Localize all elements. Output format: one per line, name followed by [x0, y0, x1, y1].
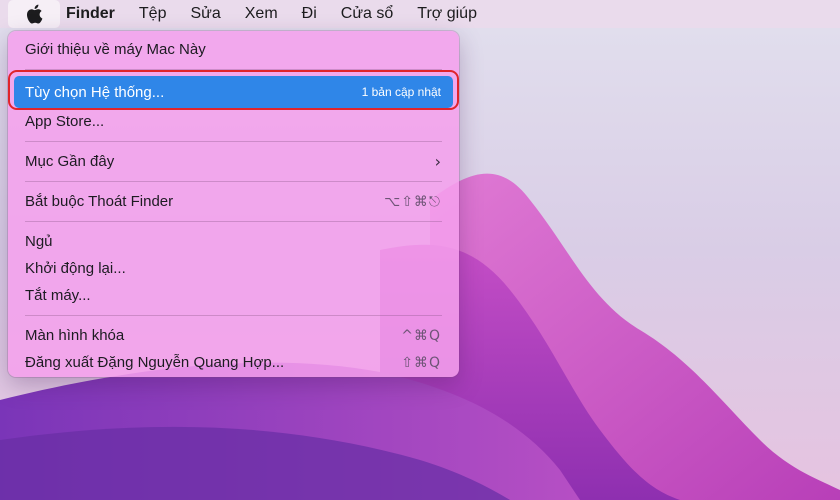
menu-separator [25, 315, 442, 316]
menu-item-lock-screen[interactable]: Màn hình khóa ^⌘Q [14, 322, 453, 349]
menu-item-system-preferences[interactable]: Tùy chọn Hệ thống... 1 bản cập nhật [14, 76, 453, 108]
keyboard-shortcut: ⌥⇧⌘⎋ [384, 193, 441, 210]
menu-item-about-this-mac[interactable]: Giới thiệu về máy Mac Này [14, 36, 453, 63]
menubar-item-window[interactable]: Cửa sổ [329, 0, 406, 28]
menubar-item-view[interactable]: Xem [233, 0, 290, 28]
menu-item-sleep[interactable]: Ngủ [14, 228, 453, 255]
menu-item-label: Đăng xuất Đặng Nguyễn Quang Hợp... [25, 354, 285, 371]
menu-separator [25, 181, 442, 182]
menu-item-app-store[interactable]: App Store... [14, 108, 453, 135]
menu-item-restart[interactable]: Khởi động lại... [14, 255, 453, 282]
apple-menu-dropdown: Giới thiệu về máy Mac Này Tùy chọn Hệ th… [8, 31, 459, 377]
menu-item-label: Khởi động lại... [25, 260, 126, 277]
keyboard-shortcut: ^⌘Q [401, 327, 441, 344]
menu-bar: Finder Tệp Sửa Xem Đi Cửa sổ Trợ giúp [0, 0, 840, 28]
menu-item-force-quit[interactable]: Bắt buộc Thoát Finder ⌥⇧⌘⎋ [14, 188, 453, 215]
chevron-right-icon: › [434, 152, 441, 171]
apple-menu-button[interactable] [8, 0, 60, 28]
menu-item-label: Giới thiệu về máy Mac Này [25, 41, 206, 58]
menu-item-label: App Store... [25, 113, 105, 130]
menu-item-label: Bắt buộc Thoát Finder [25, 193, 174, 210]
menu-item-recent-items[interactable]: Mục Gần đây › [14, 148, 453, 175]
menu-item-label: Màn hình khóa [25, 327, 125, 344]
keyboard-shortcut: ⇧⌘Q [401, 354, 441, 371]
desktop: Finder Tệp Sửa Xem Đi Cửa sổ Trợ giúp Gi… [0, 0, 840, 500]
menubar-item-go[interactable]: Đi [290, 0, 329, 28]
menubar-item-finder[interactable]: Finder [60, 0, 127, 28]
update-badge: 1 bản cập nhật [361, 85, 441, 99]
menubar-item-file[interactable]: Tệp [127, 0, 179, 28]
menubar-item-edit[interactable]: Sửa [178, 0, 232, 28]
menu-separator [25, 69, 442, 70]
menu-item-shut-down[interactable]: Tắt máy... [14, 282, 453, 309]
menu-separator [25, 141, 442, 142]
menu-item-label: Tắt máy... [25, 287, 91, 304]
menu-item-log-out[interactable]: Đăng xuất Đặng Nguyễn Quang Hợp... ⇧⌘Q [14, 349, 453, 376]
menu-item-label: Ngủ [25, 233, 53, 250]
menu-separator [25, 221, 442, 222]
apple-logo-icon [27, 4, 43, 24]
menu-item-label: Mục Gần đây [25, 153, 115, 170]
menu-item-label: Tùy chọn Hệ thống... [25, 83, 165, 101]
menubar-item-help[interactable]: Trợ giúp [405, 0, 489, 28]
